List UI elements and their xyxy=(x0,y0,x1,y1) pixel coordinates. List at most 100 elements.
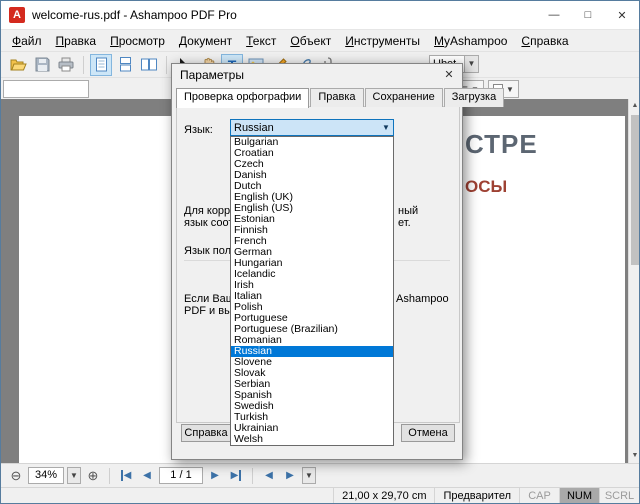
statusbar-spacer xyxy=(1,488,333,504)
zoom-dropdown-button[interactable]: ▼ xyxy=(67,467,81,484)
dialog-text-fragment: язык соот xyxy=(184,217,233,229)
dialog-text-fragment: ет. xyxy=(398,217,411,229)
tab-Правка[interactable]: Правка xyxy=(310,88,363,107)
menu-MyAshampoo[interactable]: MyAshampoo xyxy=(427,30,514,52)
printer-icon xyxy=(58,57,74,72)
language-option[interactable]: Irish xyxy=(231,280,393,291)
page-size-indicator: 21,00 x 29,70 cm xyxy=(333,488,434,504)
last-page-icon: ▶ xyxy=(231,470,242,481)
scroll-lock-indicator: SCRL xyxy=(599,488,639,504)
menu-Просмотр[interactable]: Просмотр xyxy=(103,30,172,52)
tab-Проверка орфографии[interactable]: Проверка орфографии xyxy=(176,88,309,108)
minimize-icon[interactable]: — xyxy=(537,1,571,29)
language-option[interactable]: Turkish xyxy=(231,412,393,423)
facing-pages-icon xyxy=(141,57,157,72)
zoom-in-button[interactable]: ⊕ xyxy=(84,467,102,485)
language-option[interactable]: Polish xyxy=(231,302,393,313)
toolbar-separator xyxy=(252,468,253,484)
language-option[interactable]: Dutch xyxy=(231,181,393,192)
menu-Правка[interactable]: Правка xyxy=(49,30,104,52)
language-option[interactable]: Serbian xyxy=(231,379,393,390)
language-option[interactable]: Welsh xyxy=(231,434,393,445)
preview-mode-indicator: Предварител xyxy=(434,488,519,504)
language-option[interactable]: Bulgarian xyxy=(231,137,393,148)
num-lock-indicator: NUM xyxy=(559,488,599,504)
language-option[interactable]: Estonian xyxy=(231,214,393,225)
menubar: ФайлПравкаПросмотрДокументТекстОбъектИнс… xyxy=(1,29,639,51)
dialog-text-fragment: Для корр xyxy=(184,205,230,217)
dialog-titlebar[interactable]: Параметры ✕ xyxy=(172,64,462,86)
help-button[interactable]: Справка xyxy=(181,424,231,442)
language-option[interactable]: Swedish xyxy=(231,401,393,412)
language-option[interactable]: Italian xyxy=(231,291,393,302)
language-option[interactable]: German xyxy=(231,247,393,258)
language-option[interactable]: Hungarian xyxy=(231,258,393,269)
app-window: A welcome-rus.pdf - Ashampoo PDF Pro — □… xyxy=(0,0,640,504)
menu-Текст[interactable]: Текст xyxy=(239,30,283,52)
language-option[interactable]: English (US) xyxy=(231,203,393,214)
tab-Загрузка[interactable]: Загрузка xyxy=(444,88,504,107)
menu-Инструменты[interactable]: Инструменты xyxy=(338,30,427,52)
language-option[interactable]: Romanian xyxy=(231,335,393,346)
tab-Сохранение[interactable]: Сохранение xyxy=(365,88,443,107)
language-option[interactable]: English (UK) xyxy=(231,192,393,203)
single-page-view-button[interactable] xyxy=(90,54,112,76)
language-option[interactable]: Portuguese (Brazilian) xyxy=(231,324,393,335)
continuous-view-button[interactable] xyxy=(114,54,136,76)
chevron-down-icon: ▼ xyxy=(379,123,393,132)
dialog-text-fragment: Ashampoo xyxy=(396,293,449,305)
language-option[interactable]: Russian xyxy=(231,346,393,357)
scrollbar-thumb[interactable] xyxy=(631,115,640,265)
menu-Файл[interactable]: Файл xyxy=(5,30,49,52)
titlebar: A welcome-rus.pdf - Ashampoo PDF Pro — □… xyxy=(1,1,639,29)
dialog-text-fragment: PDF и вы xyxy=(184,305,232,317)
toolbar-separator xyxy=(83,56,84,74)
scroll-down-icon[interactable]: ▼ xyxy=(629,449,640,463)
language-option[interactable]: Danish xyxy=(231,170,393,181)
language-selected-value: Russian xyxy=(234,122,274,134)
menu-Объект[interactable]: Объект xyxy=(283,30,338,52)
scroll-up-icon[interactable]: ▲ xyxy=(629,99,640,113)
next-page-button[interactable]: ▶ xyxy=(206,467,224,485)
facing-view-button[interactable] xyxy=(138,54,160,76)
language-option[interactable]: French xyxy=(231,236,393,247)
print-button[interactable] xyxy=(55,54,77,76)
chevron-down-icon: ▼ xyxy=(506,85,514,94)
language-option[interactable]: Icelandic xyxy=(231,269,393,280)
language-option[interactable]: Ukrainian xyxy=(231,423,393,434)
menu-Справка[interactable]: Справка xyxy=(514,30,575,52)
last-page-button[interactable]: ▶ xyxy=(227,467,245,485)
vertical-scrollbar[interactable]: ▲ ▼ xyxy=(628,99,640,463)
language-option[interactable]: Portuguese xyxy=(231,313,393,324)
save-button[interactable] xyxy=(31,54,53,76)
language-label: Язык: xyxy=(184,124,213,136)
open-file-button[interactable] xyxy=(7,54,29,76)
language-option[interactable]: Slovene xyxy=(231,357,393,368)
language-option[interactable]: Czech xyxy=(231,159,393,170)
language-option[interactable]: Croatian xyxy=(231,148,393,159)
maximize-icon[interactable]: □ xyxy=(571,1,605,29)
dialog-title: Параметры xyxy=(180,68,244,82)
language-option[interactable]: Finnish xyxy=(231,225,393,236)
zoom-level[interactable]: 34% xyxy=(28,467,64,484)
cancel-button[interactable]: Отмена xyxy=(401,424,455,442)
language-option[interactable]: Spanish xyxy=(231,390,393,401)
language-option[interactable]: Slovak xyxy=(231,368,393,379)
page-indicator[interactable]: 1 / 1 xyxy=(159,467,203,484)
previous-view-button[interactable]: ◀ xyxy=(260,467,278,485)
single-page-icon xyxy=(95,57,108,72)
language-combobox[interactable]: Russian ▼ xyxy=(230,119,394,136)
prev-page-button[interactable]: ◀ xyxy=(138,467,156,485)
chevron-down-icon[interactable]: ▼ xyxy=(465,55,479,73)
continuous-page-icon xyxy=(119,57,132,72)
view-options-dropdown[interactable]: ▼ xyxy=(302,467,316,484)
next-view-button[interactable]: ▶ xyxy=(281,467,299,485)
first-page-button[interactable]: ◀ xyxy=(117,467,135,485)
style-field[interactable] xyxy=(3,80,89,98)
close-icon[interactable]: ✕ xyxy=(605,1,639,29)
dialog-tabs: Проверка орфографииПравкаСохранениеЗагру… xyxy=(176,88,458,107)
settings-dialog: Параметры ✕ Проверка орфографииПравкаСох… xyxy=(171,63,463,460)
menu-Документ[interactable]: Документ xyxy=(172,30,239,52)
dialog-close-icon[interactable]: ✕ xyxy=(436,64,462,86)
zoom-out-button[interactable]: ⊖ xyxy=(7,467,25,485)
